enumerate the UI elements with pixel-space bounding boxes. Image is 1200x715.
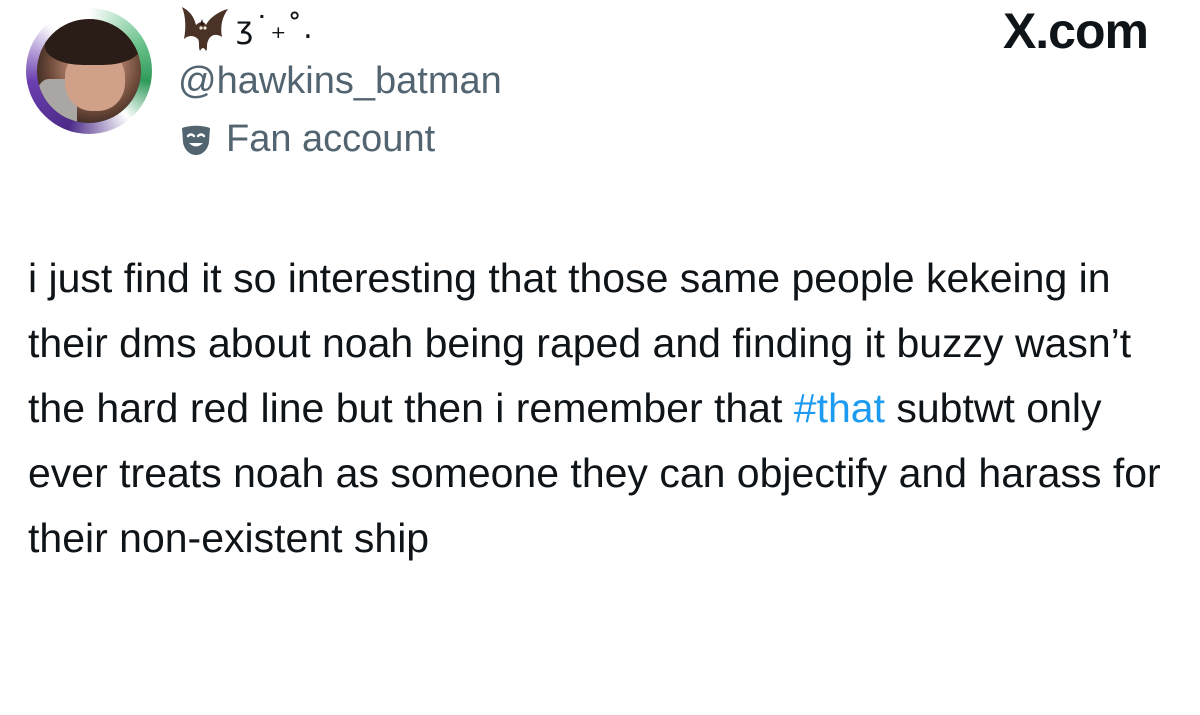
display-name[interactable]: ʒ˙₊˚. [176, 0, 314, 56]
brand-logo: X.com [1002, 3, 1149, 59]
account-label: Fan account [178, 118, 435, 161]
theater-mask-icon [182, 125, 210, 155]
account-label-text: Fan account [226, 118, 436, 160]
avatar-photo [37, 19, 141, 123]
author-handle[interactable]: @hawkins_batman [178, 60, 502, 103]
tweet-text: i just find it so interesting that those… [28, 246, 1178, 571]
avatar-hair [45, 19, 141, 65]
display-name-symbols: ʒ˙₊˚. [236, 10, 314, 46]
bat-icon [182, 7, 228, 51]
hashtag-link[interactable]: #that [794, 385, 885, 431]
avatar[interactable] [26, 8, 152, 134]
